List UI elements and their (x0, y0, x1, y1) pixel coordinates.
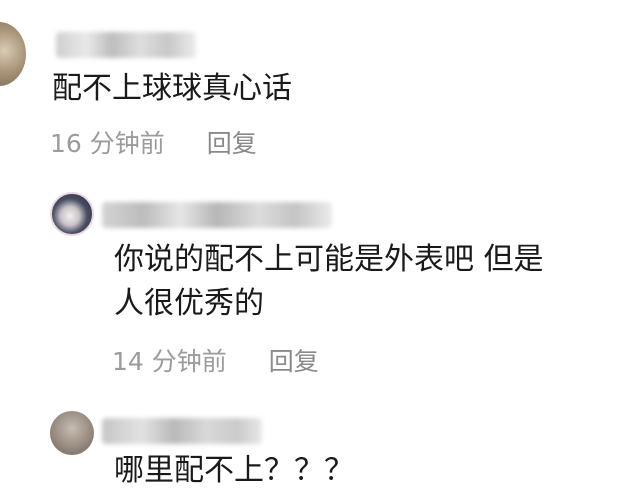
comment-text: 哪里配不上？？？ (114, 453, 354, 488)
commenter-username-blurred[interactable] (102, 418, 262, 444)
comment-3: 哪里配不上？？？ (0, 0, 641, 497)
commenter-avatar[interactable] (50, 411, 94, 455)
